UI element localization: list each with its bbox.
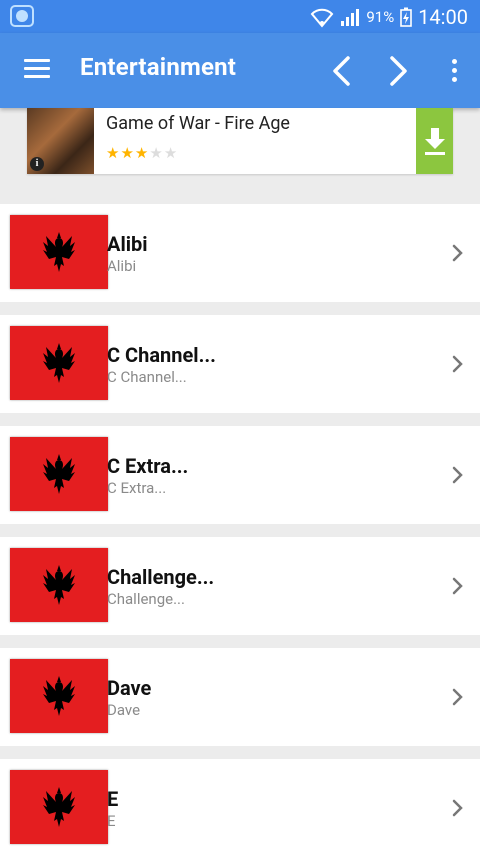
channel-name: Alibi (107, 232, 148, 256)
battery-percent: 91% (366, 7, 395, 26)
battery-charging-icon (400, 7, 412, 27)
channel-subtitle: Dave (107, 701, 141, 719)
app-notification-icon (10, 5, 34, 27)
channel-row[interactable]: C Channel... C Channel... (0, 315, 480, 413)
status-indicators: 91% 14:00 (310, 0, 468, 33)
page-title: Entertainment (80, 53, 237, 81)
clock: 14:00 (418, 4, 468, 29)
channel-row[interactable]: Alibi Alibi (0, 204, 480, 302)
channel-name: C Channel... (107, 343, 216, 367)
star-icon: ★ (134, 144, 150, 162)
back-icon[interactable] (324, 53, 360, 89)
eagle-flag-icon (10, 659, 108, 733)
channel-row[interactable]: Dave Dave (0, 648, 480, 746)
channel-subtitle: E (107, 812, 116, 830)
chevron-right-icon (452, 244, 463, 262)
eagle-flag-icon (10, 326, 108, 400)
channel-name: Dave (107, 676, 152, 700)
channel-row[interactable]: C Extra... C Extra... (0, 426, 480, 524)
star-empty-icon: ★ (149, 144, 164, 162)
eagle-flag-icon (10, 770, 108, 844)
channel-name: Challenge... (107, 565, 215, 589)
channel-name: E (107, 787, 119, 811)
chevron-right-icon (452, 355, 463, 373)
download-button[interactable] (416, 108, 453, 174)
ad-info-icon[interactable]: i (30, 157, 44, 171)
star-empty-icon: ★ (163, 144, 179, 162)
eagle-flag-icon (10, 215, 108, 289)
ad-banner[interactable]: i Game of War - Fire Age ★★★★★ (27, 108, 453, 174)
chevron-right-icon (452, 799, 463, 817)
chevron-right-icon (452, 688, 463, 706)
ad-app-thumbnail: i (27, 108, 94, 174)
star-icon: ★ (106, 144, 121, 162)
more-icon[interactable] (452, 59, 458, 83)
ad-title: Game of War - Fire Age (106, 113, 290, 134)
app-toolbar: Entertainment (0, 33, 480, 108)
channel-subtitle: C Channel... (107, 368, 187, 386)
channel-subtitle: Alibi (107, 257, 137, 275)
signal-icon (341, 8, 360, 26)
status-bar: 91% 14:00 (0, 0, 480, 33)
channel-subtitle: C Extra... (107, 479, 167, 497)
channel-subtitle: Challenge... (107, 590, 185, 608)
ad-rating: ★★★★★ (106, 144, 178, 162)
star-icon: ★ (120, 144, 135, 162)
eagle-flag-icon (10, 548, 108, 622)
channel-row[interactable]: Challenge... Challenge... (0, 537, 480, 635)
download-icon (424, 128, 445, 155)
channel-name: C Extra... (107, 454, 189, 478)
forward-icon[interactable] (380, 53, 416, 89)
chevron-right-icon (452, 466, 463, 484)
wifi-icon (310, 8, 334, 28)
eagle-flag-icon (10, 437, 108, 511)
menu-icon[interactable] (24, 59, 50, 79)
chevron-right-icon (452, 577, 463, 595)
channel-row[interactable]: E E (0, 759, 480, 857)
